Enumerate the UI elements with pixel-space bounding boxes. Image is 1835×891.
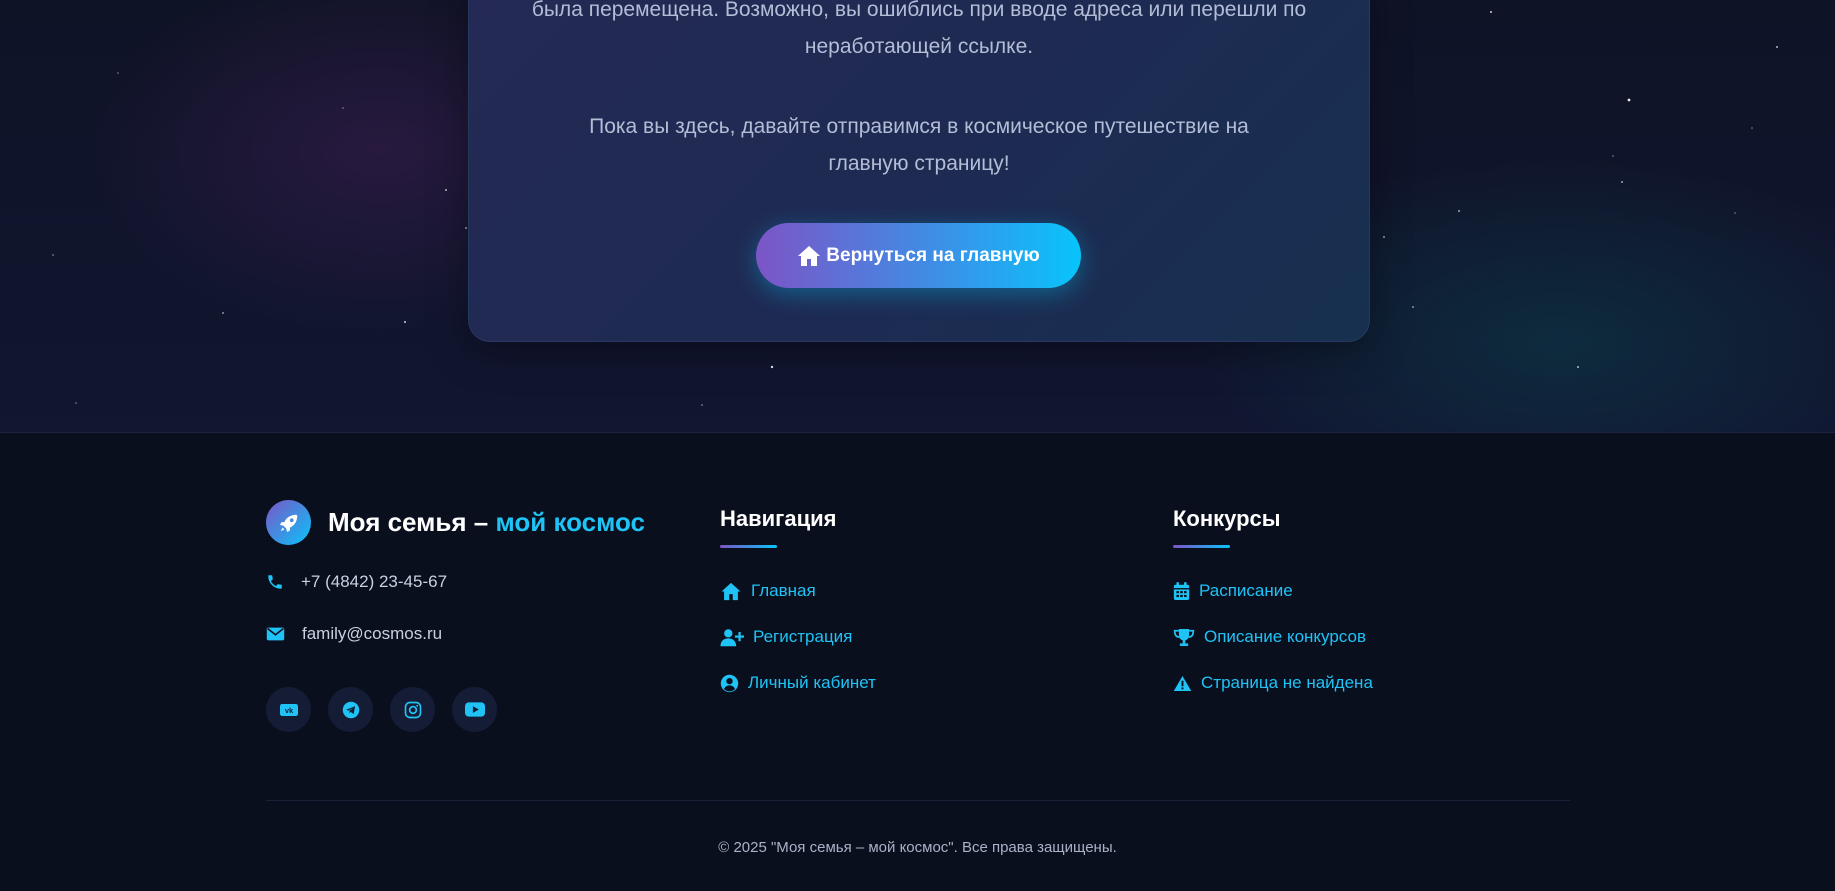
rocket-icon [279, 514, 297, 532]
youtube-button[interactable] [452, 687, 497, 732]
contest-link-schedule[interactable]: Расписание [1173, 581, 1293, 601]
email-address: family@cosmos.ru [302, 624, 443, 643]
nav-link-label: Личный кабинет [748, 673, 876, 692]
contests-title: Конкурсы [1173, 506, 1281, 531]
brand-logo [266, 500, 311, 545]
trophy-icon [1173, 628, 1195, 646]
vk-icon: vk [279, 703, 298, 716]
home-icon [721, 582, 741, 600]
nav-link-registration[interactable]: Регистрация [720, 627, 852, 647]
nav-link-home[interactable]: Главная [720, 581, 816, 601]
contest-link-label: Расписание [1199, 581, 1293, 600]
contact-phone: +7 (4842) 23-45-67 [266, 572, 447, 592]
contest-link-label: Страница не найдена [1201, 673, 1373, 692]
user-plus-icon [720, 628, 744, 646]
telegram-icon [342, 701, 359, 718]
instagram-button[interactable] [390, 687, 435, 732]
instagram-icon [404, 701, 421, 718]
contest-link-label: Описание конкурсов [1204, 627, 1366, 646]
contact-email: family@cosmos.ru [266, 624, 442, 644]
vk-button[interactable]: vk [266, 687, 311, 732]
footer-brand: Моя семья – мой космос [266, 500, 645, 545]
calendar-icon [1173, 581, 1190, 600]
telegram-button[interactable] [328, 687, 373, 732]
contest-link-not-found[interactable]: Страница не найдена [1173, 673, 1373, 693]
invite-text: Пока вы здесь, давайте отправимся в косм… [589, 115, 1249, 175]
warning-icon [1173, 675, 1192, 691]
footer-divider [266, 800, 1570, 801]
envelope-icon [266, 627, 285, 641]
phone-number: +7 (4842) 23-45-67 [301, 572, 448, 591]
nav-link-account[interactable]: Личный кабинет [720, 673, 876, 693]
user-circle-icon [720, 674, 739, 692]
nav-link-label: Главная [751, 581, 816, 600]
error-card: была перемещена. Возможно, вы ошиблись п… [468, 0, 1370, 342]
navigation-title-underline [720, 545, 777, 548]
home-button[interactable]: Вернуться на главную [756, 223, 1081, 288]
error-message: была перемещена. Возможно, вы ошиблись п… [531, 0, 1307, 58]
brand-title-accent: мой космос [495, 507, 646, 537]
brand-title: Моя семья – мой космос [328, 507, 645, 538]
svg-text:vk: vk [284, 706, 293, 715]
contests-title-underline [1173, 545, 1230, 548]
navigation-title: Навигация [720, 506, 837, 531]
nav-link-label: Регистрация [753, 627, 853, 646]
brand-title-main: Моя семья – [328, 507, 496, 537]
youtube-icon [464, 702, 485, 717]
home-icon [798, 245, 821, 266]
copyright: © 2025 "Моя семья – мой космос". Все пра… [718, 839, 1117, 856]
home-button-label: Вернуться на главную [826, 244, 1040, 266]
phone-icon [268, 575, 282, 589]
contest-link-description[interactable]: Описание конкурсов [1173, 627, 1366, 647]
